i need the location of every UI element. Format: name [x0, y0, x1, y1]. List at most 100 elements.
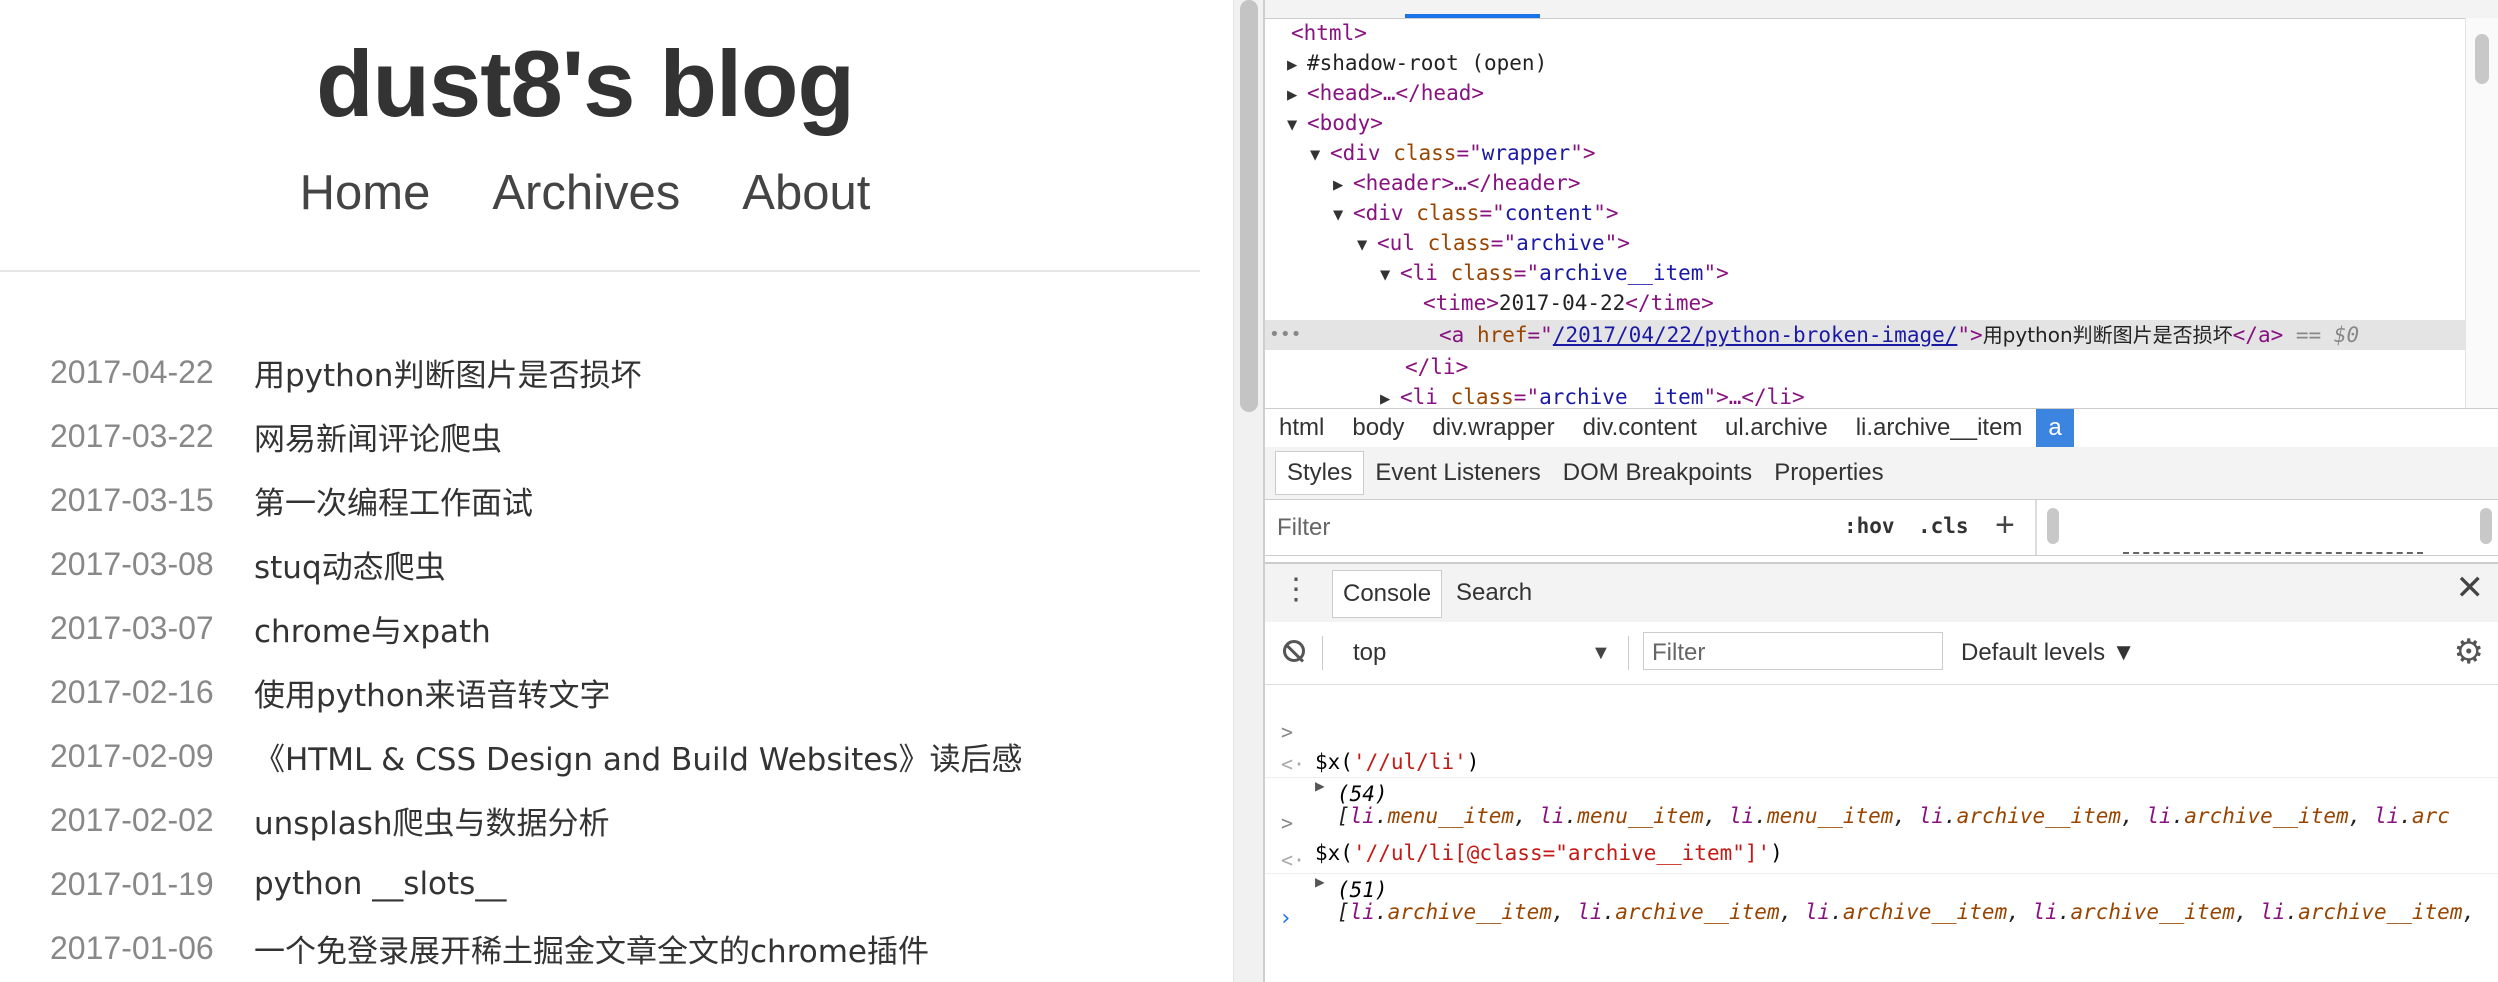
console-toolbar: top ▼ Filter Default levels ▼ ⚙ [1265, 622, 2498, 685]
clear-console-icon[interactable] [1283, 640, 1305, 662]
dom-node-wrapper[interactable]: ▼ <div class="wrapper"> [1310, 138, 1596, 168]
console-filter-input[interactable]: Filter [1643, 632, 1943, 670]
blog-nav: Home Archives About [0, 165, 1170, 221]
archive-date: 2017-03-15 [50, 481, 214, 518]
dom-node-head[interactable]: ▶ <head>…</head> [1287, 78, 1484, 108]
dom-node-li-collapsed[interactable]: ▶ <li class="archive__item">…</li> [1380, 382, 1805, 408]
archive-item: 2017-04-22 用python判断图片是否损坏 [50, 340, 1022, 404]
input-prompt-icon: › [1279, 906, 1293, 931]
dom-node-shadow-root[interactable]: ▶ #shadow-root (open) [1287, 48, 1547, 78]
styles-filter-row: Filter :hov .cls + [1265, 500, 2498, 556]
new-style-rule-icon[interactable]: + [1995, 506, 2015, 545]
context-dropdown-icon[interactable]: ▼ [1591, 642, 1611, 665]
styles-filter-input[interactable]: Filter [1277, 514, 1330, 542]
breadcrumb-div-content[interactable]: div.content [1569, 409, 1711, 447]
expand-arrow-icon[interactable]: ▶ [1287, 50, 1307, 80]
log-levels-dropdown[interactable]: Default levels ▼ [1961, 639, 2136, 667]
archive-list: 2017-04-22 用python判断图片是否损坏 2017-03-22 网易新闻… [50, 340, 1022, 980]
expand-arrow-icon[interactable]: ▶ [1380, 384, 1400, 408]
nav-archives-link[interactable]: Archives [492, 165, 680, 221]
box-model-outline [2123, 552, 2423, 554]
dom-node-time[interactable]: <time>2017-04-22</time> [1423, 288, 1714, 318]
expand-arrow-icon[interactable]: ▶ [1333, 170, 1353, 200]
dom-node-li[interactable]: ▼ <li class="archive__item"> [1380, 258, 1729, 288]
breadcrumb-html[interactable]: html [1265, 409, 1338, 447]
blog-title[interactable]: dust8's blog [0, 30, 1170, 138]
collapse-arrow-icon[interactable]: ▼ [1287, 110, 1307, 140]
breadcrumb-body[interactable]: body [1338, 409, 1418, 447]
nav-home-link[interactable]: Home [300, 165, 431, 221]
archive-link[interactable]: 一个免登录展开稀土掘金文章全文的chrome插件 [254, 926, 929, 971]
header-divider [0, 270, 1200, 272]
archive-link[interactable]: 网易新闻评论爬虫 [254, 414, 502, 459]
archive-link[interactable]: unsplash爬虫与数据分析 [254, 798, 610, 843]
devtools-toolbar [1265, 0, 2498, 19]
archive-link[interactable]: 《HTML & CSS Design and Build Websites》读后… [254, 734, 1022, 779]
console-input[interactable]: › [1265, 873, 2498, 931]
breadcrumb-li-archive-item[interactable]: li.archive__item [1842, 409, 2037, 447]
tab-dom-breakpoints[interactable]: DOM Breakpoints [1552, 452, 1763, 494]
archive-date: 2017-02-16 [50, 673, 214, 710]
devtools-panel: <html> ▶ #shadow-root (open) ▶ <head>…</he… [1263, 0, 2498, 982]
console-output: > $x('//ul/li') <· (54) ▶ [li.menu__item… [1265, 685, 2498, 982]
dom-node-content[interactable]: ▼ <div class="content"> [1333, 198, 1619, 228]
context-selector[interactable]: top [1353, 639, 1386, 667]
console-command: > $x('//ul/li[@class="archive__item"]') [1265, 777, 2498, 865]
archive-link[interactable]: 用python判断图片是否损坏 [254, 350, 641, 395]
archive-date: 2017-03-07 [50, 609, 214, 646]
archive-item: 2017-02-16 使用python来语音转文字 [50, 660, 1022, 724]
dom-node-body[interactable]: ▼ <body> [1287, 108, 1383, 138]
cls-toggle-button[interactable]: .cls [1918, 514, 1969, 538]
more-options-icon[interactable]: ••• [1269, 320, 1302, 350]
archive-date: 2017-01-19 [50, 865, 214, 902]
styles-scrollbar-thumb[interactable] [2047, 508, 2059, 544]
collapse-arrow-icon[interactable]: ▼ [1333, 200, 1353, 230]
page-scrollbar-thumb[interactable] [1240, 0, 1258, 412]
archive-date: 2017-04-22 [50, 353, 214, 390]
archive-link[interactable]: python __slots__ [254, 866, 506, 902]
console-result-array[interactable]: ▶ [li.menu__item, li.menu__item, li.menu… [1265, 741, 2498, 828]
box-model-scrollbar-thumb[interactable] [2480, 508, 2492, 544]
console-result-array[interactable]: ▶ [li.archive__item, li.archive__item, l… [1265, 837, 2498, 924]
console-command: > $x('//ul/li') [1265, 687, 2498, 774]
dom-node-header[interactable]: ▶ <header>…</header> [1333, 168, 1581, 198]
dom-tree-scrollbar-thumb[interactable] [2475, 34, 2489, 84]
breadcrumb-ul-archive[interactable]: ul.archive [1711, 409, 1842, 447]
archive-item: 2017-02-09 《HTML & CSS Design and Build W… [50, 724, 1022, 788]
toolbar-separator [1628, 636, 1629, 670]
dom-tree: <html> ▶ #shadow-root (open) ▶ <head>…</he… [1265, 18, 2465, 408]
dom-node-a-selected[interactable]: ••• <a href="/2017/04/22/python-broken-im… [1265, 320, 2465, 350]
blog-page: dust8's blog Home Archives About 2017-04… [0, 0, 1233, 982]
archive-link[interactable]: chrome与xpath [254, 606, 491, 651]
dom-node-li-close[interactable]: </li> [1405, 352, 1468, 382]
archive-date: 2017-02-09 [50, 737, 214, 774]
dom-node-ul[interactable]: ▼ <ul class="archive"> [1357, 228, 1630, 258]
tab-styles[interactable]: Styles [1275, 451, 1365, 495]
archive-link[interactable]: 使用python来语音转文字 [254, 670, 610, 715]
archive-link[interactable]: stuq动态爬虫 [254, 542, 446, 587]
gear-icon[interactable]: ⚙ [2454, 632, 2484, 672]
drawer-menu-icon[interactable]: ⋮ [1281, 572, 1311, 607]
dom-tree-scrollbar[interactable] [2465, 18, 2498, 408]
pane-divider[interactable] [2035, 500, 2037, 555]
tab-search[interactable]: Search [1450, 570, 1538, 616]
page-scrollbar[interactable] [1233, 0, 1264, 982]
tab-console[interactable]: Console [1332, 570, 1443, 618]
close-drawer-icon[interactable]: ✕ [2456, 568, 2485, 608]
dom-node-html[interactable]: <html> [1291, 18, 1367, 48]
hov-toggle-button[interactable]: :hov [1844, 514, 1895, 538]
nav-about-link[interactable]: About [742, 165, 870, 221]
collapse-arrow-icon[interactable]: ▼ [1380, 260, 1400, 290]
tab-properties[interactable]: Properties [1763, 452, 1894, 494]
archive-date: 2017-02-02 [50, 801, 214, 838]
breadcrumb-a[interactable]: a [2036, 409, 2074, 447]
archive-item: 2017-01-06 一个免登录展开稀土掘金文章全文的chrome插件 [50, 916, 1022, 980]
toolbar-separator [1322, 636, 1323, 670]
archive-link[interactable]: 第一次编程工作面试 [254, 478, 533, 523]
tab-event-listeners[interactable]: Event Listeners [1364, 452, 1551, 494]
expand-arrow-icon[interactable]: ▶ [1287, 80, 1307, 110]
collapse-arrow-icon[interactable]: ▼ [1310, 140, 1330, 170]
archive-date: 2017-01-06 [50, 929, 214, 966]
collapse-arrow-icon[interactable]: ▼ [1357, 230, 1377, 260]
breadcrumb-div-wrapper[interactable]: div.wrapper [1418, 409, 1568, 447]
